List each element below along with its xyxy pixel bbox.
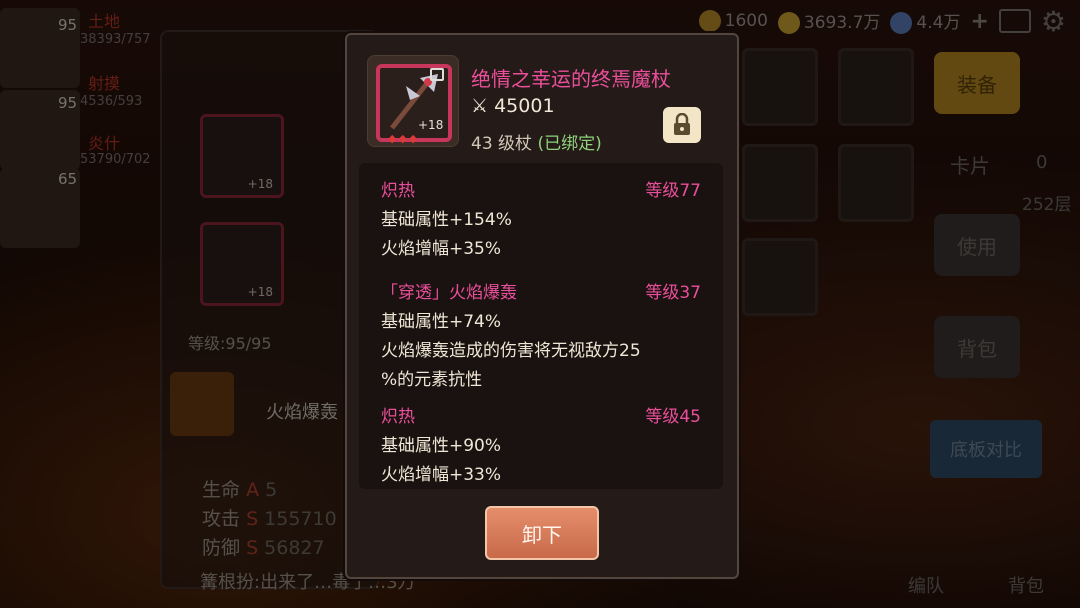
item-icon-frame: +18 ◆◆◆ xyxy=(367,55,459,147)
affix-3: 炽热 等级45 基础属性+90% 火焰增幅+33% xyxy=(381,407,701,485)
item-plus: +18 xyxy=(418,118,444,132)
item-detail-popup: +18 ◆◆◆ 绝情之幸运的终焉魔杖 ⚔ 45001 43 级杖 (已绑定) 炽… xyxy=(345,33,739,579)
padlock-icon xyxy=(674,113,690,135)
affix-2: 「穿透」火焰爆轰 等级37 基础属性+74% 火焰爆轰造成的伤害将无视敌方25 %… xyxy=(381,283,701,390)
item-power: ⚔ 45001 xyxy=(471,95,555,117)
affix-1: 炽热 等级77 基础属性+154% 火焰增幅+35% xyxy=(381,181,701,259)
item-lock-icon xyxy=(430,68,444,81)
item-name: 绝情之幸运的终焉魔杖 xyxy=(471,67,671,91)
lock-toggle-button[interactable] xyxy=(663,107,701,143)
unequip-button[interactable]: 卸下 xyxy=(485,506,599,560)
item-level: 43 级杖 (已绑定) xyxy=(471,134,602,154)
affix-list[interactable]: 炽热 等级77 基础属性+154% 火焰增幅+35% 「穿透」火焰爆轰 等级37 基… xyxy=(359,163,723,489)
sword-icon: ⚔ xyxy=(471,95,489,117)
item-stars: ◆◆◆ xyxy=(388,132,420,145)
